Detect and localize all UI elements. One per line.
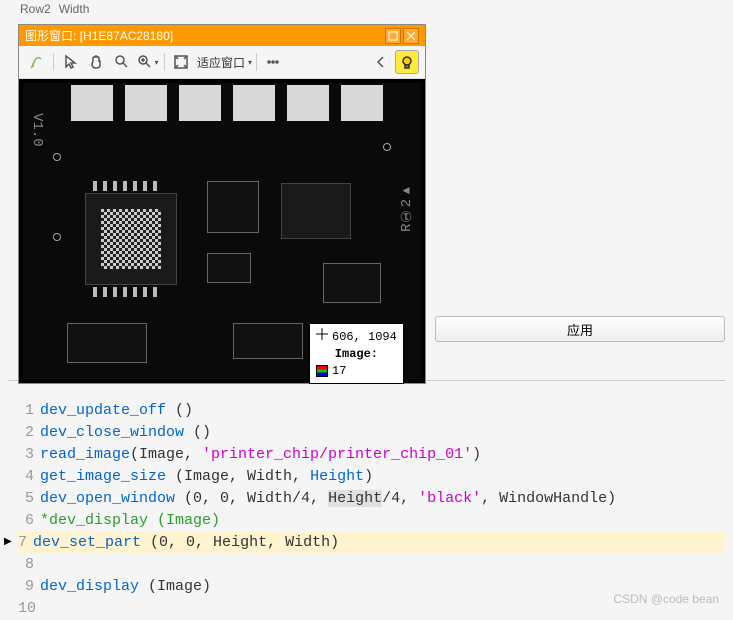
code-text: dev_open_window (0, 0, Width/4, Height/4… bbox=[40, 488, 616, 510]
crosshair-icon bbox=[316, 328, 328, 346]
var-row2: Row2 bbox=[20, 2, 51, 16]
tooltip-coords: 606, 1094 bbox=[332, 329, 397, 346]
tooltip-value: 17 bbox=[332, 363, 346, 380]
fit-window-label[interactable]: 适应窗口 bbox=[197, 54, 245, 71]
variable-bar: Row2 Width bbox=[0, 0, 733, 18]
line-number: 5 bbox=[18, 488, 40, 510]
code-line[interactable]: 5dev_open_window (0, 0, Width/4, Height/… bbox=[18, 488, 725, 510]
graphics-toolbar: ▾ 适应窗口 ▾ bbox=[19, 46, 425, 79]
line-number: 6 bbox=[18, 510, 40, 532]
line-number: 3 bbox=[18, 444, 40, 466]
code-line[interactable]: 6*dev_display (Image) bbox=[18, 510, 725, 532]
line-number: 2 bbox=[18, 422, 40, 444]
close-icon[interactable] bbox=[403, 28, 419, 44]
apply-button[interactable]: 应用 bbox=[435, 316, 725, 342]
right-panel: 应用 bbox=[435, 316, 725, 342]
fit-window-icon[interactable] bbox=[169, 50, 193, 74]
line-number: 4 bbox=[18, 466, 40, 488]
code-line[interactable]: 4get_image_size (Image, Width, Height) bbox=[18, 466, 725, 488]
pan-icon[interactable] bbox=[84, 50, 108, 74]
dots-icon[interactable] bbox=[261, 50, 285, 74]
image-canvas[interactable]: V1.0 R①2▸ 606, 1094 Image: 17 bbox=[19, 79, 425, 383]
line-number: 10 bbox=[18, 598, 40, 620]
line-number: 7 bbox=[18, 534, 33, 551]
line-number: 9 bbox=[18, 576, 40, 598]
pointer-icon[interactable] bbox=[58, 50, 82, 74]
code-line[interactable]: 3read_image(Image, 'printer_chip/printer… bbox=[18, 444, 725, 466]
color-swatch-icon bbox=[316, 365, 328, 377]
zoom-in-icon[interactable]: ▾ bbox=[136, 50, 160, 74]
zoom-icon[interactable] bbox=[110, 50, 134, 74]
code-line[interactable]: 2dev_close_window () bbox=[18, 422, 725, 444]
code-text: read_image(Image, 'printer_chip/printer_… bbox=[40, 444, 481, 466]
prev-icon[interactable] bbox=[369, 50, 393, 74]
watermark: CSDN @code bean bbox=[613, 592, 719, 606]
var-width: Width bbox=[59, 2, 90, 16]
tooltip-image-label: Image: bbox=[335, 346, 378, 363]
code-text: dev_display (Image) bbox=[40, 576, 211, 598]
code-line[interactable]: 1dev_update_off () bbox=[18, 400, 725, 422]
fit-dropdown-icon[interactable]: ▾ bbox=[248, 58, 252, 67]
line-number: 8 bbox=[18, 554, 40, 576]
code-text: dev_update_off () bbox=[40, 400, 193, 422]
code-text: *dev_display (Image) bbox=[40, 510, 220, 532]
code-editor[interactable]: 1dev_update_off ()2dev_close_window ()3r… bbox=[18, 400, 725, 620]
breakpoint-icon[interactable]: ▶ bbox=[4, 532, 12, 554]
line-number: 1 bbox=[18, 400, 40, 422]
minimize-icon[interactable] bbox=[385, 28, 401, 44]
window-title: 图形窗口: [H1E87AC28180] bbox=[25, 27, 383, 44]
clear-icon[interactable] bbox=[25, 50, 49, 74]
code-text: dev_close_window () bbox=[40, 422, 211, 444]
code-line[interactable]: ▶7dev_set_part (0, 0, Height, Width) bbox=[18, 532, 725, 554]
pixel-tooltip: 606, 1094 Image: 17 bbox=[309, 323, 404, 384]
graphics-window: 图形窗口: [H1E87AC28180] ▾ 适应窗口 ▾ V1.0 bbox=[18, 24, 426, 384]
code-line[interactable]: 8 bbox=[18, 554, 725, 576]
window-titlebar[interactable]: 图形窗口: [H1E87AC28180] bbox=[19, 25, 425, 46]
code-text: get_image_size (Image, Width, Height) bbox=[40, 466, 373, 488]
code-text: dev_set_part (0, 0, Height, Width) bbox=[33, 534, 339, 551]
bulb-icon[interactable] bbox=[395, 50, 419, 74]
